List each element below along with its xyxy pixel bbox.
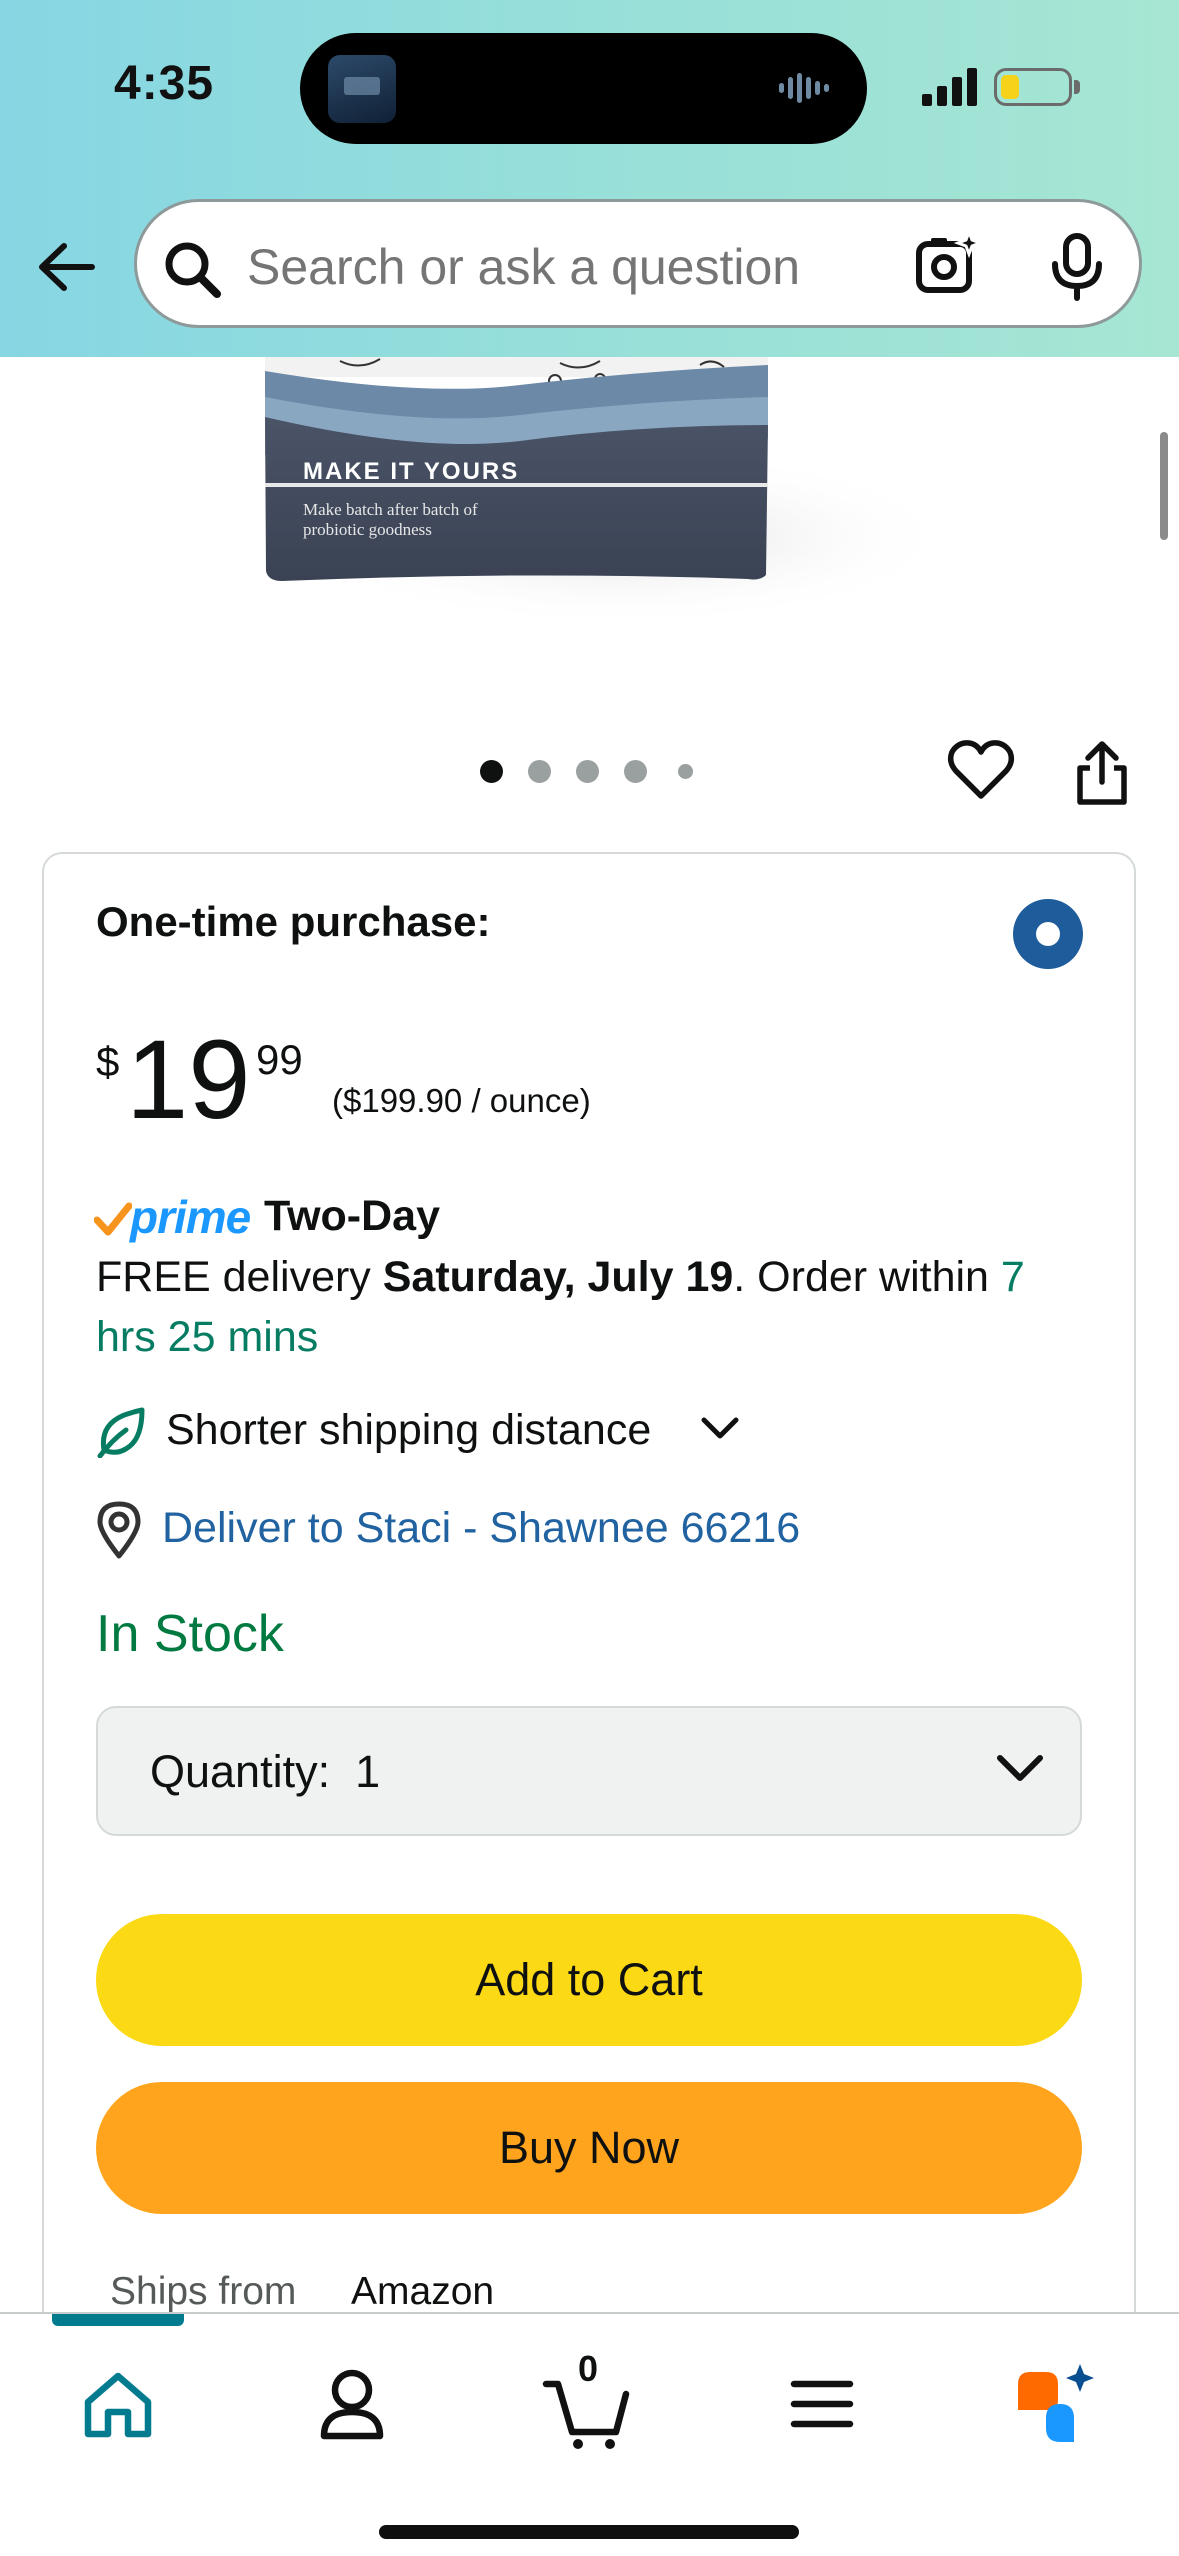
- add-to-cart-button[interactable]: Add to Cart: [96, 1914, 1082, 2046]
- now-playing-thumbnail: [328, 55, 396, 123]
- chevron-down-icon: [701, 1417, 739, 1439]
- price-fraction: 99: [256, 1036, 303, 1083]
- carousel-dot-4[interactable]: [624, 760, 647, 783]
- location-pin-icon: [97, 1501, 141, 1559]
- quantity-display: Quantity: 1: [150, 1746, 380, 1798]
- prime-speed: Two-Day: [264, 1192, 440, 1240]
- quantity-value: 1: [355, 1746, 381, 1797]
- active-tab-indicator: [52, 2314, 184, 2326]
- quantity-dropdown[interactable]: Quantity: 1: [96, 1706, 1082, 1836]
- product-bag-illustration: MAKE IT YOURS Make batch after batch of …: [265, 357, 960, 627]
- carousel-dot-1[interactable]: [480, 760, 503, 783]
- header: 4:35: [0, 0, 1179, 357]
- search-icon: [165, 242, 221, 298]
- stock-status: In Stock: [96, 1605, 284, 1663]
- delivery-prefix: FREE delivery: [96, 1253, 383, 1301]
- deliver-to-text: Deliver to Staci - Shawnee 66216: [162, 1504, 801, 1552]
- share-icon[interactable]: [1072, 738, 1132, 808]
- audio-wave-icon: [779, 73, 829, 103]
- price-whole: 19: [126, 1017, 251, 1142]
- bag-line-2: probiotic goodness: [303, 520, 432, 539]
- bag-heading-text: MAKE IT YOURS: [303, 458, 519, 485]
- menu-icon[interactable]: [772, 2354, 872, 2454]
- prime-check-icon: [94, 1202, 132, 1236]
- purchase-option-label: One-time purchase:: [96, 898, 491, 945]
- chevron-down-icon: [997, 1755, 1043, 1781]
- ships-from-label: Ships from: [110, 2270, 297, 2313]
- scroll-indicator[interactable]: [1160, 432, 1168, 540]
- product-image[interactable]: MAKE IT YOURS Make batch after batch of …: [0, 357, 1179, 687]
- bag-line-1: Make batch after batch of: [303, 500, 478, 519]
- bottom-nav: 0: [0, 2312, 1179, 2556]
- quantity-label: Quantity:: [150, 1746, 331, 1797]
- search-input[interactable]: [247, 238, 807, 296]
- home-icon[interactable]: [68, 2354, 168, 2454]
- account-icon[interactable]: [302, 2354, 402, 2454]
- shipping-note: Shorter shipping distance: [166, 1406, 652, 1454]
- delivery-mid: . Order within: [733, 1253, 1001, 1301]
- cart-count: 0: [577, 2348, 599, 2389]
- cart-tab[interactable]: 0: [538, 2348, 638, 2454]
- ships-from-value: Amazon: [351, 2270, 495, 2313]
- heart-icon[interactable]: [946, 738, 1016, 802]
- status-time: 4:35: [114, 57, 215, 110]
- microphone-icon[interactable]: [1047, 232, 1107, 302]
- camera-lens-icon[interactable]: [913, 230, 983, 300]
- rufus-assistant-icon[interactable]: [1006, 2354, 1106, 2454]
- delivery-date: Saturday, July 19: [382, 1253, 734, 1301]
- price-symbol: $: [96, 1038, 120, 1085]
- carousel-dot-3[interactable]: [576, 760, 599, 783]
- battery-icon: [994, 68, 1072, 106]
- buy-now-button[interactable]: Buy Now: [96, 2082, 1082, 2214]
- carousel-dot-5[interactable]: [678, 764, 693, 779]
- home-indicator: [379, 2525, 799, 2539]
- cellular-signal-icon: [922, 68, 977, 106]
- delivery-message: FREE delivery Saturday, July 19. Order w…: [96, 1247, 1096, 1367]
- prime-label: prime: [130, 1191, 251, 1243]
- dynamic-island: [300, 33, 867, 144]
- search-bar[interactable]: [134, 199, 1142, 328]
- back-arrow-icon[interactable]: [32, 232, 102, 302]
- battery-tip: [1074, 80, 1080, 94]
- carousel-dot-2[interactable]: [528, 760, 551, 783]
- price-per-unit: ($199.90 / ounce): [332, 1082, 591, 1119]
- one-time-purchase-radio[interactable]: [1013, 899, 1083, 969]
- leaf-icon: [97, 1407, 145, 1458]
